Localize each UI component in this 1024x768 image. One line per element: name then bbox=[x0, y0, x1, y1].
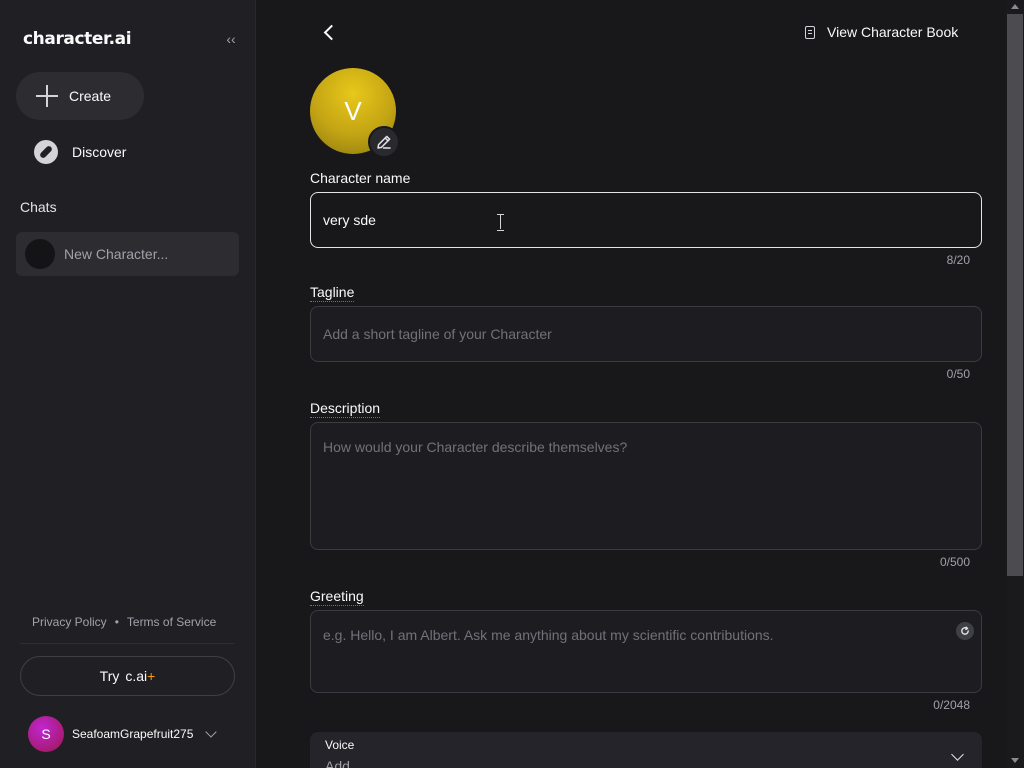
book-icon bbox=[805, 25, 815, 39]
description-placeholder: How would your Character describe themse… bbox=[323, 439, 628, 455]
voice-label: Voice bbox=[325, 738, 355, 752]
chat-item-new-character[interactable]: New Character... bbox=[16, 232, 239, 276]
compass-icon bbox=[34, 140, 58, 164]
text-cursor-icon bbox=[496, 214, 506, 231]
scroll-up-arrow-icon[interactable] bbox=[1011, 4, 1019, 9]
scroll-down-arrow-icon[interactable] bbox=[1011, 758, 1019, 763]
view-character-book-button[interactable]: View Character Book bbox=[805, 24, 958, 40]
discover-button[interactable]: Discover bbox=[22, 132, 126, 172]
greeting-placeholder: e.g. Hello, I am Albert. Ask me anything… bbox=[323, 627, 774, 643]
try-plus-mark: + bbox=[147, 668, 156, 684]
edit-pencil-icon[interactable] bbox=[368, 126, 400, 158]
try-cai-plus-button[interactable]: Try c.ai+ bbox=[20, 656, 235, 696]
character-editor: View Character Book V Character name ver… bbox=[256, 0, 1006, 768]
try-brand: c.ai+ bbox=[125, 668, 155, 684]
scrollbar[interactable] bbox=[1006, 0, 1024, 768]
user-avatar: S bbox=[28, 716, 64, 752]
tagline-counter: 0/50 bbox=[946, 367, 970, 381]
voice-select[interactable]: Voice Add bbox=[310, 732, 982, 768]
chat-item-label: New Character... bbox=[64, 246, 169, 262]
view-character-book-label: View Character Book bbox=[827, 24, 959, 40]
character-name-input[interactable]: very sde bbox=[310, 192, 982, 248]
greeting-counter: 0/2048 bbox=[933, 698, 970, 712]
logo: character.ai bbox=[23, 29, 132, 49]
scrollbar-thumb[interactable] bbox=[1007, 14, 1023, 576]
user-name: SeafoamGrapefruit275 bbox=[72, 727, 194, 741]
legal-separator: • bbox=[114, 615, 119, 629]
app-window: character.ai ‹‹ Create Discover Chats Ne… bbox=[0, 0, 1024, 768]
character-name-value: very sde bbox=[323, 212, 376, 228]
description-label: Description bbox=[310, 400, 381, 418]
sidebar: character.ai ‹‹ Create Discover Chats Ne… bbox=[0, 0, 256, 768]
voice-value: Add bbox=[325, 758, 350, 768]
user-menu[interactable]: S SeafoamGrapefruit275 bbox=[28, 716, 218, 752]
tagline-placeholder: Add a short tagline of your Character bbox=[323, 326, 552, 342]
greeting-textarea[interactable]: e.g. Hello, I am Albert. Ask me anything… bbox=[310, 610, 982, 693]
character-name-label: Character name bbox=[310, 170, 411, 186]
discover-label: Discover bbox=[72, 144, 127, 160]
chats-heading: Chats bbox=[20, 199, 57, 215]
try-brand-text: c.ai bbox=[125, 668, 148, 684]
try-label: Try bbox=[99, 668, 120, 684]
tagline-input[interactable]: Add a short tagline of your Character bbox=[310, 306, 982, 362]
character-name-counter: 8/20 bbox=[946, 253, 970, 267]
plus-icon bbox=[36, 85, 58, 107]
back-arrow-icon[interactable] bbox=[320, 22, 340, 42]
chat-avatar bbox=[25, 239, 55, 269]
description-counter: 0/500 bbox=[939, 555, 970, 569]
refresh-icon[interactable] bbox=[956, 622, 974, 640]
legal-links: Privacy Policy • Terms of Service bbox=[32, 615, 216, 629]
terms-of-service-link[interactable]: Terms of Service bbox=[127, 615, 216, 629]
create-label: Create bbox=[69, 88, 112, 104]
description-textarea[interactable]: How would your Character describe themse… bbox=[310, 422, 982, 550]
tagline-label: Tagline bbox=[310, 284, 355, 302]
privacy-policy-link[interactable]: Privacy Policy bbox=[32, 615, 107, 629]
greeting-label: Greeting bbox=[310, 588, 364, 606]
sidebar-divider bbox=[20, 643, 234, 644]
chevron-down-icon bbox=[205, 726, 218, 738]
create-button[interactable]: Create bbox=[16, 72, 144, 120]
collapse-sidebar-icon[interactable]: ‹‹ bbox=[222, 30, 240, 48]
